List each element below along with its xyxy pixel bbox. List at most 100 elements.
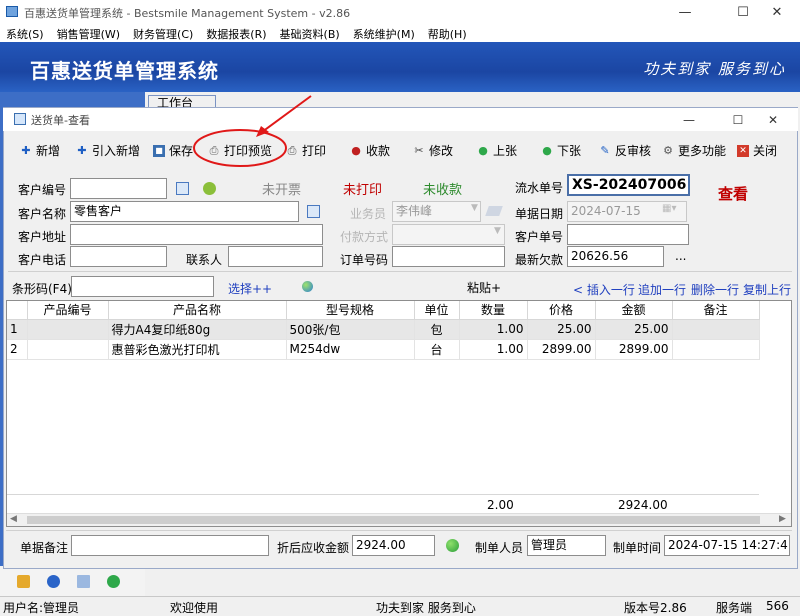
next-record-button[interactable]: ● 下张 bbox=[541, 142, 581, 159]
cell-amount[interactable]: 2899.00 bbox=[595, 339, 673, 360]
status-version: 版本号2.86 bbox=[624, 601, 687, 615]
cell-qty[interactable]: 1.00 bbox=[459, 319, 528, 340]
cell-qty[interactable]: 1.00 bbox=[459, 339, 528, 360]
barcode-input[interactable] bbox=[71, 276, 214, 297]
append-row-link[interactable]: 追加一行 bbox=[638, 281, 686, 298]
table-row[interactable]: 1 得力A4复印纸80g 500张/包 包 1.00 25.00 25.00 bbox=[7, 319, 760, 340]
minimize-button[interactable]: — bbox=[662, 0, 708, 25]
col-spec[interactable]: 型号规格 bbox=[286, 301, 415, 320]
next-label: 下张 bbox=[557, 144, 582, 158]
time-input: 2024-07-15 14:27:41 bbox=[664, 535, 790, 556]
cell-remark[interactable] bbox=[672, 339, 760, 360]
customer-lookup-icon[interactable] bbox=[307, 205, 320, 218]
salesman-dropdown-icon[interactable]: ▼ bbox=[471, 203, 478, 213]
receive-payment-button[interactable]: ● 收款 bbox=[350, 142, 390, 159]
menu-basic-data[interactable]: 基础资料(B) bbox=[280, 26, 340, 42]
scroll-right-icon[interactable]: ▶ bbox=[779, 514, 786, 524]
contact-input[interactable] bbox=[228, 246, 323, 267]
col-product-name[interactable]: 产品名称 bbox=[108, 301, 287, 320]
horizontal-scrollbar[interactable]: ◀ ▶ bbox=[7, 513, 791, 526]
salesman-select[interactable]: 李伟峰 bbox=[392, 201, 481, 222]
payment-select[interactable] bbox=[392, 224, 505, 245]
cell-price[interactable]: 25.00 bbox=[527, 319, 596, 340]
quick-launch-strip bbox=[0, 566, 145, 596]
key-icon[interactable] bbox=[17, 574, 30, 588]
cell-product-name[interactable]: 惠普彩色激光打印机 bbox=[108, 339, 287, 360]
balance-input: 20626.56 bbox=[567, 246, 664, 267]
col-price[interactable]: 价格 bbox=[527, 301, 596, 320]
app-titlebar: 百惠送货单管理系统 - Bestsmile Management System … bbox=[0, 0, 800, 25]
copy-row-link[interactable]: 复制上行 bbox=[743, 281, 791, 298]
window-minimize-button[interactable]: — bbox=[669, 108, 709, 131]
cell-amount[interactable]: 25.00 bbox=[595, 319, 673, 340]
cell-product-no[interactable] bbox=[27, 339, 109, 360]
plus-icon: ✚ bbox=[21, 143, 31, 157]
save-button[interactable]: ■ 保存 bbox=[153, 142, 193, 159]
info-icon[interactable] bbox=[203, 182, 216, 195]
col-product-no[interactable]: 产品编号 bbox=[27, 301, 109, 320]
cell-price[interactable]: 2899.00 bbox=[527, 339, 596, 360]
customer-no-input[interactable] bbox=[70, 178, 167, 199]
customer-name-input[interactable]: 零售客户 bbox=[70, 201, 299, 222]
window-maximize-button[interactable]: ☐ bbox=[718, 108, 758, 131]
close-label: 关闭 bbox=[753, 144, 778, 158]
col-amount[interactable]: 金额 bbox=[595, 301, 673, 320]
cell-unit[interactable]: 包 bbox=[414, 319, 460, 340]
total-qty: 2.00 bbox=[487, 498, 514, 512]
lookup-icon[interactable] bbox=[176, 182, 189, 195]
cell-spec[interactable]: M254dw bbox=[286, 339, 415, 360]
unaudit-label: 反审核 bbox=[615, 144, 652, 158]
col-remark[interactable]: 备注 bbox=[672, 301, 760, 320]
gear-icon: ⚙ bbox=[663, 143, 673, 157]
cell-spec[interactable]: 500张/包 bbox=[286, 319, 415, 340]
address-input[interactable] bbox=[70, 224, 323, 245]
close-button[interactable]: ✕ 关闭 bbox=[737, 142, 777, 159]
balance-more-button[interactable]: ... bbox=[675, 249, 686, 263]
more-functions-button[interactable]: ⚙ 更多功能 bbox=[662, 142, 726, 159]
calendar-icon[interactable]: ▦▾ bbox=[662, 203, 676, 214]
menu-system[interactable]: 系统(S) bbox=[6, 26, 44, 42]
modify-button[interactable]: ✂ 修改 bbox=[413, 142, 453, 159]
serial-input[interactable]: XS-202407006 bbox=[567, 174, 690, 196]
remark-input[interactable] bbox=[71, 535, 269, 556]
refresh-icon[interactable] bbox=[107, 574, 120, 588]
unaudit-button[interactable]: ✎ 反审核 bbox=[599, 142, 651, 159]
cell-product-name[interactable]: 得力A4复印纸80g bbox=[108, 319, 287, 340]
import-new-button[interactable]: ✚ 引入新增 bbox=[76, 142, 140, 159]
product-table: 产品编号 产品名称 型号规格 单位 数量 价格 金额 备注 1 得力A4复印纸8… bbox=[7, 301, 760, 360]
order-no-input[interactable] bbox=[392, 246, 505, 267]
select-products-link[interactable]: 选择++ bbox=[228, 280, 272, 297]
menu-reports[interactable]: 数据报表(R) bbox=[206, 26, 266, 42]
cell-unit[interactable]: 台 bbox=[414, 339, 460, 360]
menu-finance[interactable]: 财务管理(C) bbox=[133, 26, 193, 42]
delete-row-link[interactable]: 删除一行 bbox=[691, 281, 739, 298]
total-amount: 2924.00 bbox=[618, 498, 668, 512]
paste-link[interactable]: 粘贴+ bbox=[467, 279, 501, 296]
cust-order-input[interactable] bbox=[567, 224, 689, 245]
globe-icon[interactable] bbox=[302, 281, 313, 292]
payment-dropdown-icon[interactable]: ▼ bbox=[494, 226, 501, 236]
customer-name-label: 客户名称 bbox=[18, 207, 67, 221]
new-button[interactable]: ✚ 新增 bbox=[20, 142, 60, 159]
menu-maintenance[interactable]: 系统维护(M) bbox=[353, 26, 415, 42]
menu-help[interactable]: 帮助(H) bbox=[428, 26, 467, 42]
monitor-icon[interactable] bbox=[77, 574, 90, 588]
cell-remark[interactable] bbox=[672, 319, 760, 340]
phone-input[interactable] bbox=[70, 246, 167, 267]
close-window-button[interactable]: ✕ bbox=[754, 0, 800, 25]
contact-label: 联系人 bbox=[186, 253, 223, 267]
toolbar: ✚ 新增 ✚ 引入新增 ■ 保存 ⎙ 打印预览 ⎙ 打印 ● 收款 ✂ 修改 ● 上张 ● 下张 … bbox=[10, 139, 795, 161]
scroll-left-icon[interactable]: ◀ bbox=[10, 514, 17, 524]
table-row[interactable]: 2 惠普彩色激光打印机 M254dw 台 1.00 2899.00 2899.0… bbox=[7, 339, 760, 360]
prev-record-button[interactable]: ● 上张 bbox=[477, 142, 517, 159]
col-qty[interactable]: 数量 bbox=[459, 301, 528, 320]
clock-icon[interactable] bbox=[47, 574, 60, 588]
col-unit[interactable]: 单位 bbox=[414, 301, 460, 320]
insert-row-link[interactable]: < 插入一行 bbox=[573, 281, 635, 298]
menu-sales[interactable]: 销售管理(W) bbox=[57, 26, 120, 42]
scroll-thumb[interactable] bbox=[27, 516, 760, 524]
down-arrow-icon: ● bbox=[542, 143, 552, 157]
window-close-button[interactable]: ✕ bbox=[753, 108, 793, 131]
product-grid[interactable]: 产品编号 产品名称 型号规格 单位 数量 价格 金额 备注 1 得力A4复印纸8… bbox=[6, 300, 792, 527]
cell-product-no[interactable] bbox=[27, 319, 109, 340]
